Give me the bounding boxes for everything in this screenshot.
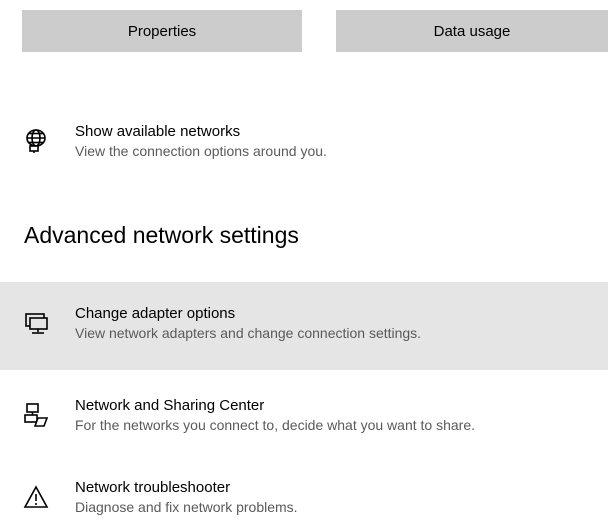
change-adapter-text: Change adapter options View network adap… [75,304,421,343]
sharing-center-text: Network and Sharing Center For the netwo… [75,396,475,435]
change-adapter-description: View network adapters and change connect… [75,325,422,341]
sharing-center-icon [23,402,49,428]
troubleshooter-text: Network troubleshooter Diagnose and fix … [75,478,298,517]
network-status-page: Properties Data usage Show available net… [0,0,608,528]
troubleshooter-title: Network troubleshooter [75,479,231,496]
sharing-center-description: For the networks you connect to, decide … [75,417,475,433]
troubleshooter-description: Diagnose and fix network problems. [75,499,298,515]
change-adapter-title: Change adapter options [75,305,236,322]
show-available-networks-link[interactable]: Show available networks View the connect… [0,122,608,174]
show-networks-title: Show available networks [75,123,241,140]
show-networks-description: View the connection options around you. [75,143,327,159]
change-adapter-options-link[interactable]: Change adapter options View network adap… [0,282,608,370]
data-usage-button[interactable]: Data usage [336,10,608,52]
warning-triangle-icon [23,484,49,510]
adapter-monitor-icon [23,310,49,336]
network-troubleshooter-link[interactable]: Network troubleshooter Diagnose and fix … [0,478,608,528]
properties-button[interactable]: Properties [22,10,302,52]
show-networks-text: Show available networks View the connect… [75,122,327,161]
sharing-center-title: Network and Sharing Center [75,397,265,414]
globe-network-icon [23,128,49,154]
network-sharing-center-link[interactable]: Network and Sharing Center For the netwo… [0,396,608,448]
advanced-network-settings-heading: Advanced network settings [24,222,299,248]
